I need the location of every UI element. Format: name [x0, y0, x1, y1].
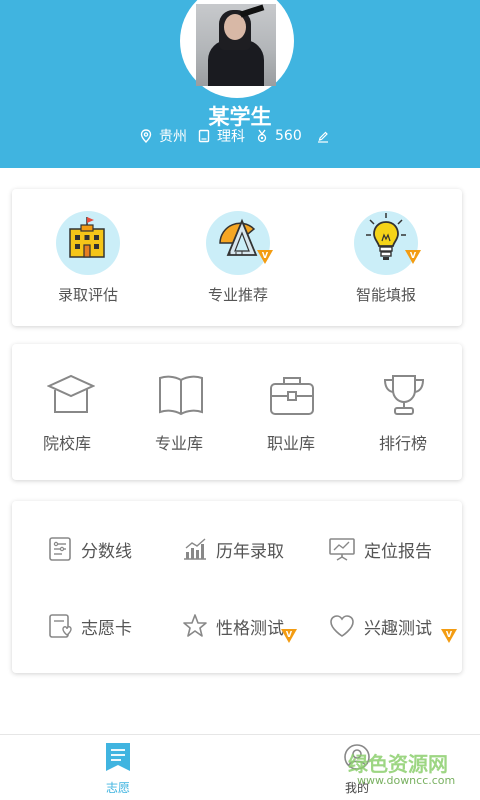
score-sheet-icon [49, 537, 71, 561]
feature-card: 录取评估 V 专业推荐 V 智能填报 [12, 189, 462, 326]
ruler-triangle-icon [219, 218, 258, 256]
profile-header: 某学生 贵州 理科 560 [0, 0, 480, 168]
avatar[interactable] [196, 4, 276, 86]
svg-text:V: V [262, 251, 269, 260]
tool-label: 兴趣测试 [364, 618, 432, 639]
tool-positioning-report[interactable]: 定位报告 [328, 535, 432, 563]
library-label: 专业库 [154, 434, 203, 453]
vip-badge-icon: V [281, 629, 297, 643]
edit-icon[interactable] [316, 129, 330, 143]
library-label: 排行榜 [378, 434, 427, 453]
medal-icon [255, 129, 269, 143]
library-label: 职业库 [266, 434, 315, 453]
admission-building-icon [69, 217, 105, 258]
tool-label: 性格测试 [216, 618, 284, 639]
location-pin-icon [139, 129, 153, 143]
star-icon [183, 614, 207, 637]
bar-chart-icon [184, 538, 206, 560]
subject-text: 理科 [217, 129, 245, 145]
trophy-icon [383, 375, 425, 415]
feature-label: 智能填报 [355, 286, 416, 304]
tool-label: 历年录取 [216, 541, 284, 562]
student-info-row: 贵州 理科 560 [139, 126, 336, 146]
volunteer-bookmark-icon [106, 743, 130, 771]
tool-past-admissions[interactable]: 历年录取 [182, 535, 284, 563]
presentation-board-icon [329, 538, 355, 561]
briefcase-icon [270, 377, 314, 415]
library-label: 院校库 [42, 434, 91, 453]
open-book-icon [159, 375, 203, 416]
feature-label: 专业推荐 [207, 286, 268, 304]
tool-application-card[interactable]: 志愿卡 [47, 612, 132, 640]
tools-card: 分数线 历年录取 定位报告 志愿卡 性格测试 V 兴趣测试 V [12, 501, 462, 673]
tool-personality-test[interactable]: 性格测试 V [182, 612, 297, 643]
tool-interest-test[interactable]: 兴趣测试 V [328, 612, 457, 643]
tab-label: 志愿 [105, 781, 130, 795]
card-heart-icon [49, 614, 72, 638]
vip-badge-icon: V [405, 250, 421, 264]
tool-label: 分数线 [81, 541, 132, 562]
lightbulb-icon [366, 213, 406, 260]
score-text: 560 [275, 128, 302, 144]
tool-label: 定位报告 [364, 541, 432, 562]
watermark-url: www.downcc.com [357, 774, 456, 787]
province-text: 贵州 [159, 129, 187, 145]
heart-icon [330, 615, 354, 637]
library-card: 院校库 专业库 职业库 排行榜 [12, 344, 462, 480]
svg-text:V: V [446, 630, 453, 639]
book-icon [197, 129, 211, 143]
svg-text:V: V [286, 630, 293, 639]
feature-label: 录取评估 [57, 286, 118, 304]
vip-badge-icon: V [257, 250, 273, 264]
graduation-cap-icon [47, 374, 95, 413]
tool-score-lines[interactable]: 分数线 [47, 535, 132, 563]
tool-label: 志愿卡 [81, 618, 132, 639]
watermark-text: 绿色资源网 [348, 752, 448, 776]
svg-text:V: V [410, 251, 417, 260]
vip-badge-icon: V [441, 629, 457, 643]
